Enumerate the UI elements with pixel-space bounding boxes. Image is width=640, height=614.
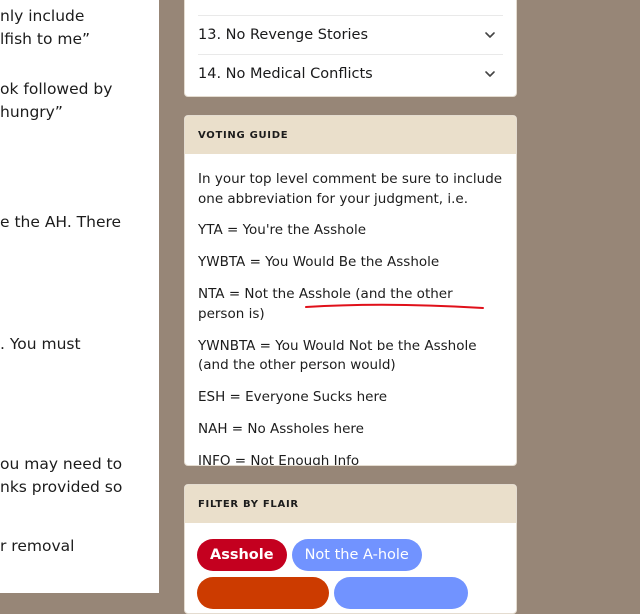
flair-list: Asshole Not the A-hole (185, 523, 516, 609)
flair-button[interactable] (334, 577, 468, 609)
rule-item-13[interactable]: 13. No Revenge Stories (198, 15, 503, 54)
flair-filter-title: FILTER BY FLAIR (185, 485, 516, 523)
voting-guide-body: In your top level comment be sure to inc… (185, 154, 516, 466)
chevron-down-icon[interactable] (483, 67, 497, 81)
rule-label: 13. No Revenge Stories (198, 27, 368, 43)
judgment-line-nta: NTA = Not the Asshole (and the other per… (198, 286, 453, 322)
judgment-line-ywnbta: YWNBTA = You Would Not be the Asshole (a… (198, 337, 477, 374)
flair-not-the-ahole-button[interactable]: Not the A-hole (291, 539, 422, 571)
judgment-line-esh: ESH = Everyone Sucks here (198, 389, 388, 405)
post-text-fragment: hungry” (0, 103, 63, 121)
post-text-fragment: ou may need to (0, 455, 123, 473)
post-text-fragment: nks provided so (0, 478, 123, 496)
post-text-fragment: lfish to me” (0, 30, 91, 48)
flair-button[interactable] (197, 577, 329, 609)
voting-guide-title: VOTING GUIDE (185, 116, 516, 154)
post-text-fragment: r removal (0, 537, 75, 555)
post-text-fragment: e the AH. There (0, 213, 122, 231)
post-text-fragment: . You must (0, 335, 81, 353)
post-text-fragment: nly include (0, 7, 85, 25)
flair-asshole-button[interactable]: Asshole (197, 539, 287, 571)
judgment-line-yta: YTA = You're the Asshole (198, 222, 367, 238)
post-text-fragment: ok followed by (0, 80, 113, 98)
rule-item-14[interactable]: 14. No Medical Conflicts (198, 54, 503, 93)
judgment-line-ywbta: YWBTA = You Would Be the Asshole (198, 254, 440, 270)
flair-filter-widget: FILTER BY FLAIR Asshole Not the A-hole (184, 484, 517, 614)
judgment-line-info: INFO = Not Enough Info (198, 453, 360, 466)
voting-guide-intro: In your top level comment be sure to inc… (198, 171, 503, 207)
post-content-panel: nly include lfish to me” ok followed by … (0, 0, 159, 593)
judgment-line-nah: NAH = No Assholes here (198, 421, 364, 437)
rule-label: 14. No Medical Conflicts (198, 66, 373, 82)
rules-widget: 13. No Revenge Stories 14. No Medical Co… (184, 0, 517, 97)
voting-guide-widget: VOTING GUIDE In your top level comment b… (184, 115, 517, 466)
chevron-down-icon[interactable] (483, 28, 497, 42)
